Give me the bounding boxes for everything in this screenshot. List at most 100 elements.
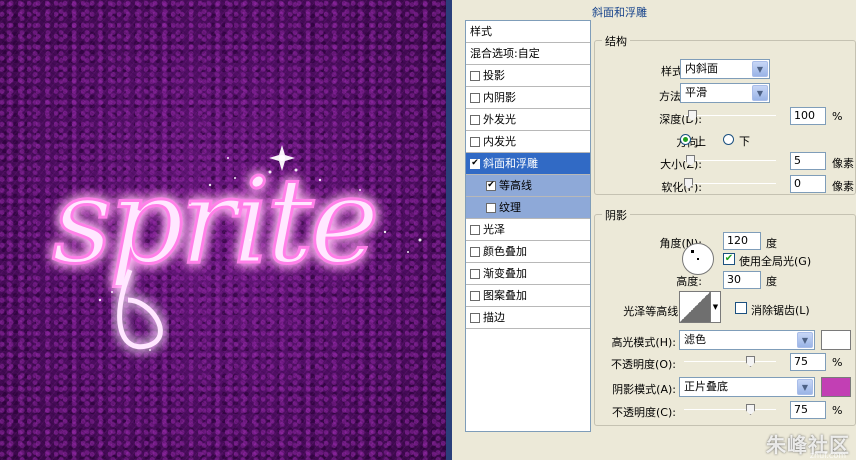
shadow-color-swatch[interactable] (821, 377, 851, 397)
direction-label: 方向: (630, 134, 702, 150)
global-light-checkbox[interactable]: ✔ (723, 253, 735, 265)
shadow-opacity-slider[interactable] (684, 404, 776, 416)
angle-dial-indicator (691, 250, 694, 253)
size-slider[interactable] (684, 155, 776, 167)
anti-aliased-checkbox[interactable] (735, 302, 747, 314)
shadow-mode-select[interactable]: 正片叠底 ▼ (679, 377, 815, 397)
style-list-item[interactable]: 图案叠加 (466, 285, 590, 307)
highlight-opacity-input[interactable]: 75 (790, 353, 826, 371)
style-list-item-label: 颜色叠加 (483, 245, 527, 258)
style-select[interactable]: 内斜面 ▼ (680, 59, 770, 79)
style-list-item[interactable]: ✔ 斜面和浮雕 (466, 153, 590, 175)
style-list-item[interactable]: 内发光 (466, 131, 590, 153)
document-canvas[interactable]: sprite (0, 0, 446, 460)
canvas-text: sprite (52, 152, 376, 290)
size-unit: 像素 (832, 157, 854, 170)
style-list-item[interactable]: 颜色叠加 (466, 241, 590, 263)
style-checkbox[interactable] (470, 92, 480, 103)
shadow-opacity-track (684, 409, 776, 410)
style-list-item-label: 外发光 (483, 113, 516, 126)
angle-unit: 度 (766, 237, 777, 250)
style-checkbox[interactable] (470, 268, 480, 279)
direction-down-radio[interactable] (723, 134, 734, 145)
soften-slider[interactable] (684, 178, 776, 190)
depth-unit: % (832, 110, 843, 123)
blend-options-label: 混合选项:自定 (470, 47, 540, 60)
gloss-contour-preview[interactable] (679, 291, 711, 323)
style-list-item[interactable]: 内阴影 (466, 87, 590, 109)
chevron-down-icon: ▼ (797, 379, 813, 395)
size-slider-thumb[interactable] (686, 155, 695, 166)
depth-slider-thumb[interactable] (688, 110, 697, 121)
style-checkbox[interactable] (470, 312, 480, 323)
depth-slider-track (684, 115, 776, 116)
shadow-opacity-thumb[interactable] (746, 404, 755, 415)
style-list-item-label: 光泽 (483, 223, 505, 236)
dialog-body: 样式 混合选项:自定 投影 内阴影 外发光 内发光 ✔ 斜面和浮雕 ✔ 等高线 纹理 光泽 颜色叠加… (452, 0, 856, 460)
soften-slider-thumb[interactable] (684, 178, 693, 189)
style-checkbox[interactable] (470, 136, 480, 147)
shadow-mode-label: 阴影模式(A): (612, 383, 676, 396)
direction-up-radio[interactable] (680, 134, 691, 145)
technique-select[interactable]: 平滑 ▼ (680, 83, 770, 103)
style-list-item-label: 纹理 (499, 201, 521, 214)
angle-input[interactable]: 120 (723, 232, 761, 250)
highlight-opacity-unit: % (832, 356, 843, 369)
altitude-input[interactable]: 30 (723, 271, 761, 289)
style-checkbox[interactable]: ✔ (470, 158, 480, 169)
soften-slider-track (684, 183, 776, 184)
size-input[interactable]: 5 (790, 152, 826, 170)
highlight-opacity-thumb[interactable] (746, 356, 755, 367)
shadow-opacity-input[interactable]: 75 (790, 401, 826, 419)
depth-input[interactable]: 100 (790, 107, 826, 125)
style-checkbox[interactable] (486, 202, 496, 213)
style-list-item-label: 渐变叠加 (483, 267, 527, 280)
style-list-item[interactable]: 纹理 (466, 197, 590, 219)
technique-select-value: 平滑 (685, 86, 707, 99)
style-list-header-label: 样式 (470, 25, 492, 38)
bevel-emboss-panel: 斜面和浮雕 结构 样式(T): 内斜面 ▼ 方法(Q): 平滑 ▼ 深度(D):… (590, 0, 856, 460)
highlight-mode-select[interactable]: 滤色 ▼ (679, 330, 815, 350)
style-checkbox[interactable]: ✔ (486, 180, 496, 191)
angle-dial[interactable] (682, 243, 714, 275)
style-list-item[interactable]: 投影 (466, 65, 590, 87)
style-select-value: 内斜面 (685, 62, 718, 75)
style-list-header[interactable]: 样式 (466, 21, 590, 43)
gloss-contour-label: 光泽等高线: (623, 305, 682, 318)
style-list-item-label: 投影 (483, 69, 505, 82)
style-list-item[interactable]: 描边 (466, 307, 590, 329)
chevron-down-icon[interactable]: ▼ (710, 291, 721, 323)
highlight-color-swatch[interactable] (821, 330, 851, 350)
style-checkbox[interactable] (470, 224, 480, 235)
global-light-label: 使用全局光(G) (739, 255, 812, 268)
direction-up-label: 上 (695, 135, 706, 148)
style-list-item[interactable]: 光泽 (466, 219, 590, 241)
size-slider-track (684, 160, 776, 161)
style-checkbox[interactable] (470, 114, 480, 125)
style-checkbox[interactable] (470, 290, 480, 301)
style-list-item-label: 内发光 (483, 135, 516, 148)
soften-input[interactable]: 0 (790, 175, 826, 193)
blend-options-item[interactable]: 混合选项:自定 (466, 43, 590, 65)
chevron-down-icon: ▼ (797, 332, 813, 348)
style-list-item[interactable]: ✔ 等高线 (466, 175, 590, 197)
section-title: 斜面和浮雕 (592, 6, 647, 19)
highlight-opacity-label: 不透明度(O): (611, 358, 676, 371)
style-list-item-label: 图案叠加 (483, 289, 527, 302)
layer-style-dialog: 样式 混合选项:自定 投影 内阴影 外发光 内发光 ✔ 斜面和浮雕 ✔ 等高线 纹理 光泽 颜色叠加… (446, 0, 856, 460)
glow-text-artwork: sprite (51, 145, 422, 351)
anti-aliased-label: 消除锯齿(L) (751, 304, 810, 317)
style-list-item[interactable]: 渐变叠加 (466, 263, 590, 285)
highlight-opacity-slider[interactable] (684, 356, 776, 368)
depth-slider[interactable] (684, 110, 776, 122)
style-checkbox[interactable] (470, 70, 480, 81)
style-list-item-label: 描边 (483, 311, 505, 324)
style-list-item-label: 斜面和浮雕 (483, 157, 538, 170)
shadow-opacity-label: 不透明度(C): (612, 406, 676, 419)
structure-title: 结构 (602, 33, 630, 49)
style-list-item-label: 等高线 (499, 179, 532, 192)
style-list: 样式 混合选项:自定 投影 内阴影 外发光 内发光 ✔ 斜面和浮雕 ✔ 等高线 纹理 光泽 颜色叠加… (465, 20, 591, 432)
style-checkbox[interactable] (470, 246, 480, 257)
soften-unit: 像素 (832, 180, 854, 193)
style-list-item[interactable]: 外发光 (466, 109, 590, 131)
